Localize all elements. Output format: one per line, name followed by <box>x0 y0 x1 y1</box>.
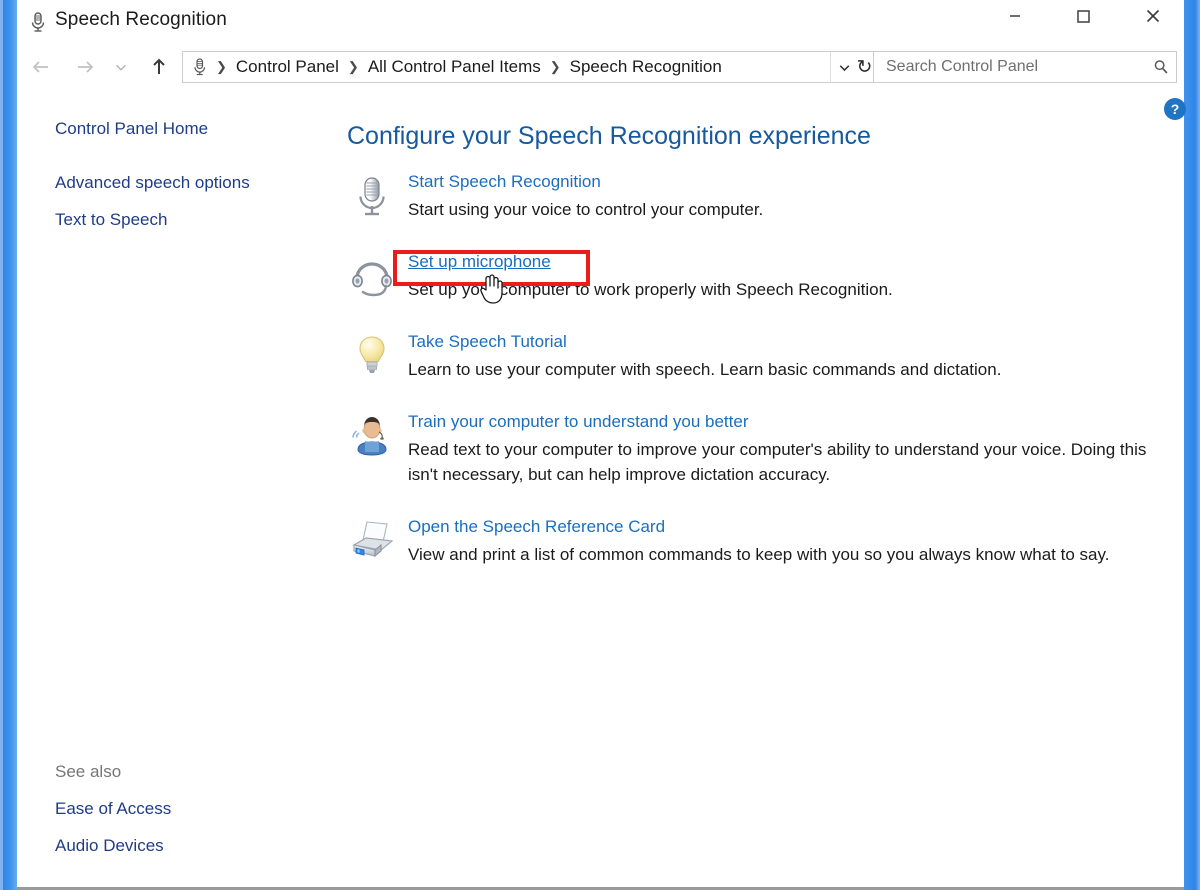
up-button[interactable] <box>141 48 177 86</box>
main-content: Configure your Speech Recognition experi… <box>345 100 1175 870</box>
link-take-speech-tutorial[interactable]: Take Speech Tutorial <box>408 332 567 352</box>
microphone-icon <box>348 172 396 220</box>
window-border-bottom <box>17 885 1184 890</box>
link-open-speech-reference-card[interactable]: Open the Speech Reference Card <box>408 517 665 537</box>
printer-icon <box>348 517 396 565</box>
arrow-right-icon <box>72 54 98 80</box>
desc-take-speech-tutorial: Learn to use your computer with speech. … <box>408 357 1148 382</box>
breadcrumb-speech-recognition[interactable]: Speech Recognition <box>566 55 726 79</box>
maximize-button[interactable] <box>1060 0 1106 32</box>
sidebar-item-text-to-speech[interactable]: Text to Speech <box>55 210 167 230</box>
sidebar: Control Panel Home Advanced speech optio… <box>17 100 337 870</box>
back-button[interactable] <box>23 48 59 86</box>
window-accent-bar-right <box>1184 0 1200 890</box>
microphone-icon <box>189 56 211 78</box>
arrow-up-icon <box>146 54 172 80</box>
sidebar-item-advanced-speech-options[interactable]: Advanced speech options <box>55 173 250 193</box>
person-icon <box>348 412 396 460</box>
search-input[interactable] <box>884 57 1146 77</box>
see-also-label: See also <box>55 762 121 782</box>
link-train-your-computer[interactable]: Train your computer to understand you be… <box>408 412 749 432</box>
address-bar[interactable]: ❯ Control Panel ❯ All Control Panel Item… <box>182 51 837 83</box>
speech-recognition-window: Speech Recognition <box>0 0 1200 890</box>
minimize-button[interactable] <box>992 0 1038 32</box>
breadcrumb-separator: ❯ <box>343 59 364 75</box>
breadcrumb-separator: ❯ <box>545 59 566 75</box>
navigation-bar: ❯ Control Panel ❯ All Control Panel Item… <box>17 44 1184 92</box>
desc-set-up-microphone: Set up your computer to work properly wi… <box>408 277 1148 302</box>
sidebar-item-audio-devices[interactable]: Audio Devices <box>55 836 164 856</box>
recent-pages-button[interactable] <box>109 48 133 86</box>
arrow-left-icon <box>28 54 54 80</box>
lightbulb-icon <box>348 332 396 380</box>
search-icon[interactable] <box>1146 52 1176 82</box>
title-bar: Speech Recognition <box>17 0 1184 44</box>
close-button[interactable] <box>1130 0 1176 32</box>
breadcrumb-separator: ❯ <box>211 59 232 75</box>
window-accent-bar-left <box>3 0 17 890</box>
desc-open-speech-reference-card: View and print a list of common commands… <box>408 542 1148 567</box>
desc-start-speech-recognition: Start using your voice to control your c… <box>408 197 1148 222</box>
breadcrumb-all-control-panel-items[interactable]: All Control Panel Items <box>364 55 545 79</box>
window-title: Speech Recognition <box>55 9 227 31</box>
breadcrumb-control-panel[interactable]: Control Panel <box>232 55 343 79</box>
close-icon <box>1141 4 1165 28</box>
link-set-up-microphone[interactable]: Set up microphone <box>408 252 551 272</box>
maximize-icon <box>1071 4 1095 28</box>
sidebar-item-control-panel-home[interactable]: Control Panel Home <box>55 119 208 139</box>
sidebar-item-ease-of-access[interactable]: Ease of Access <box>55 799 171 819</box>
page-title: Configure your Speech Recognition experi… <box>347 122 871 151</box>
forward-button[interactable] <box>67 48 103 86</box>
search-box[interactable] <box>873 51 1177 83</box>
desc-train-your-computer: Read text to your computer to improve yo… <box>408 437 1148 487</box>
minimize-icon <box>1003 4 1027 28</box>
chevron-down-icon <box>112 58 130 76</box>
headset-icon <box>348 252 396 300</box>
link-start-speech-recognition[interactable]: Start Speech Recognition <box>408 172 601 192</box>
microphone-icon <box>25 9 51 35</box>
